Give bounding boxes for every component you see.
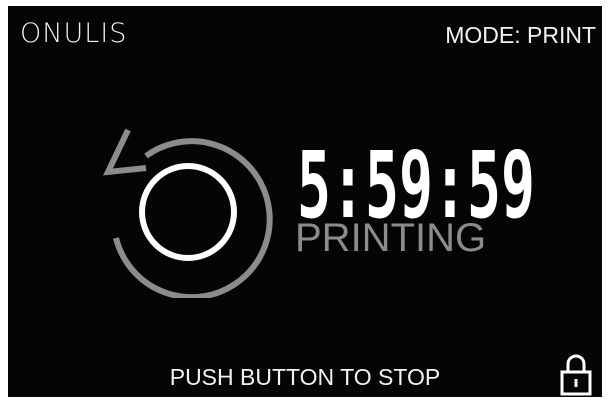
lock-keyhole: [574, 379, 578, 387]
inner-ring: [139, 163, 237, 261]
countdown-time: 5:59:59: [297, 143, 535, 225]
mode-label: MODE: PRINT: [445, 22, 596, 48]
device-screen: ONULIS MODE: PRINT 5:59:59 PRINTING PUSH…: [8, 6, 602, 397]
brand-logo: ONULIS: [20, 18, 128, 49]
status-label: PRINTING: [295, 216, 487, 260]
circular-arrow-icon: [102, 128, 273, 298]
padlock-icon[interactable]: [560, 352, 592, 396]
stop-instruction: PUSH BUTTON TO STOP: [169, 364, 441, 390]
lock-shackle: [566, 354, 586, 372]
countdown-display: 5:59:59: [297, 143, 535, 225]
